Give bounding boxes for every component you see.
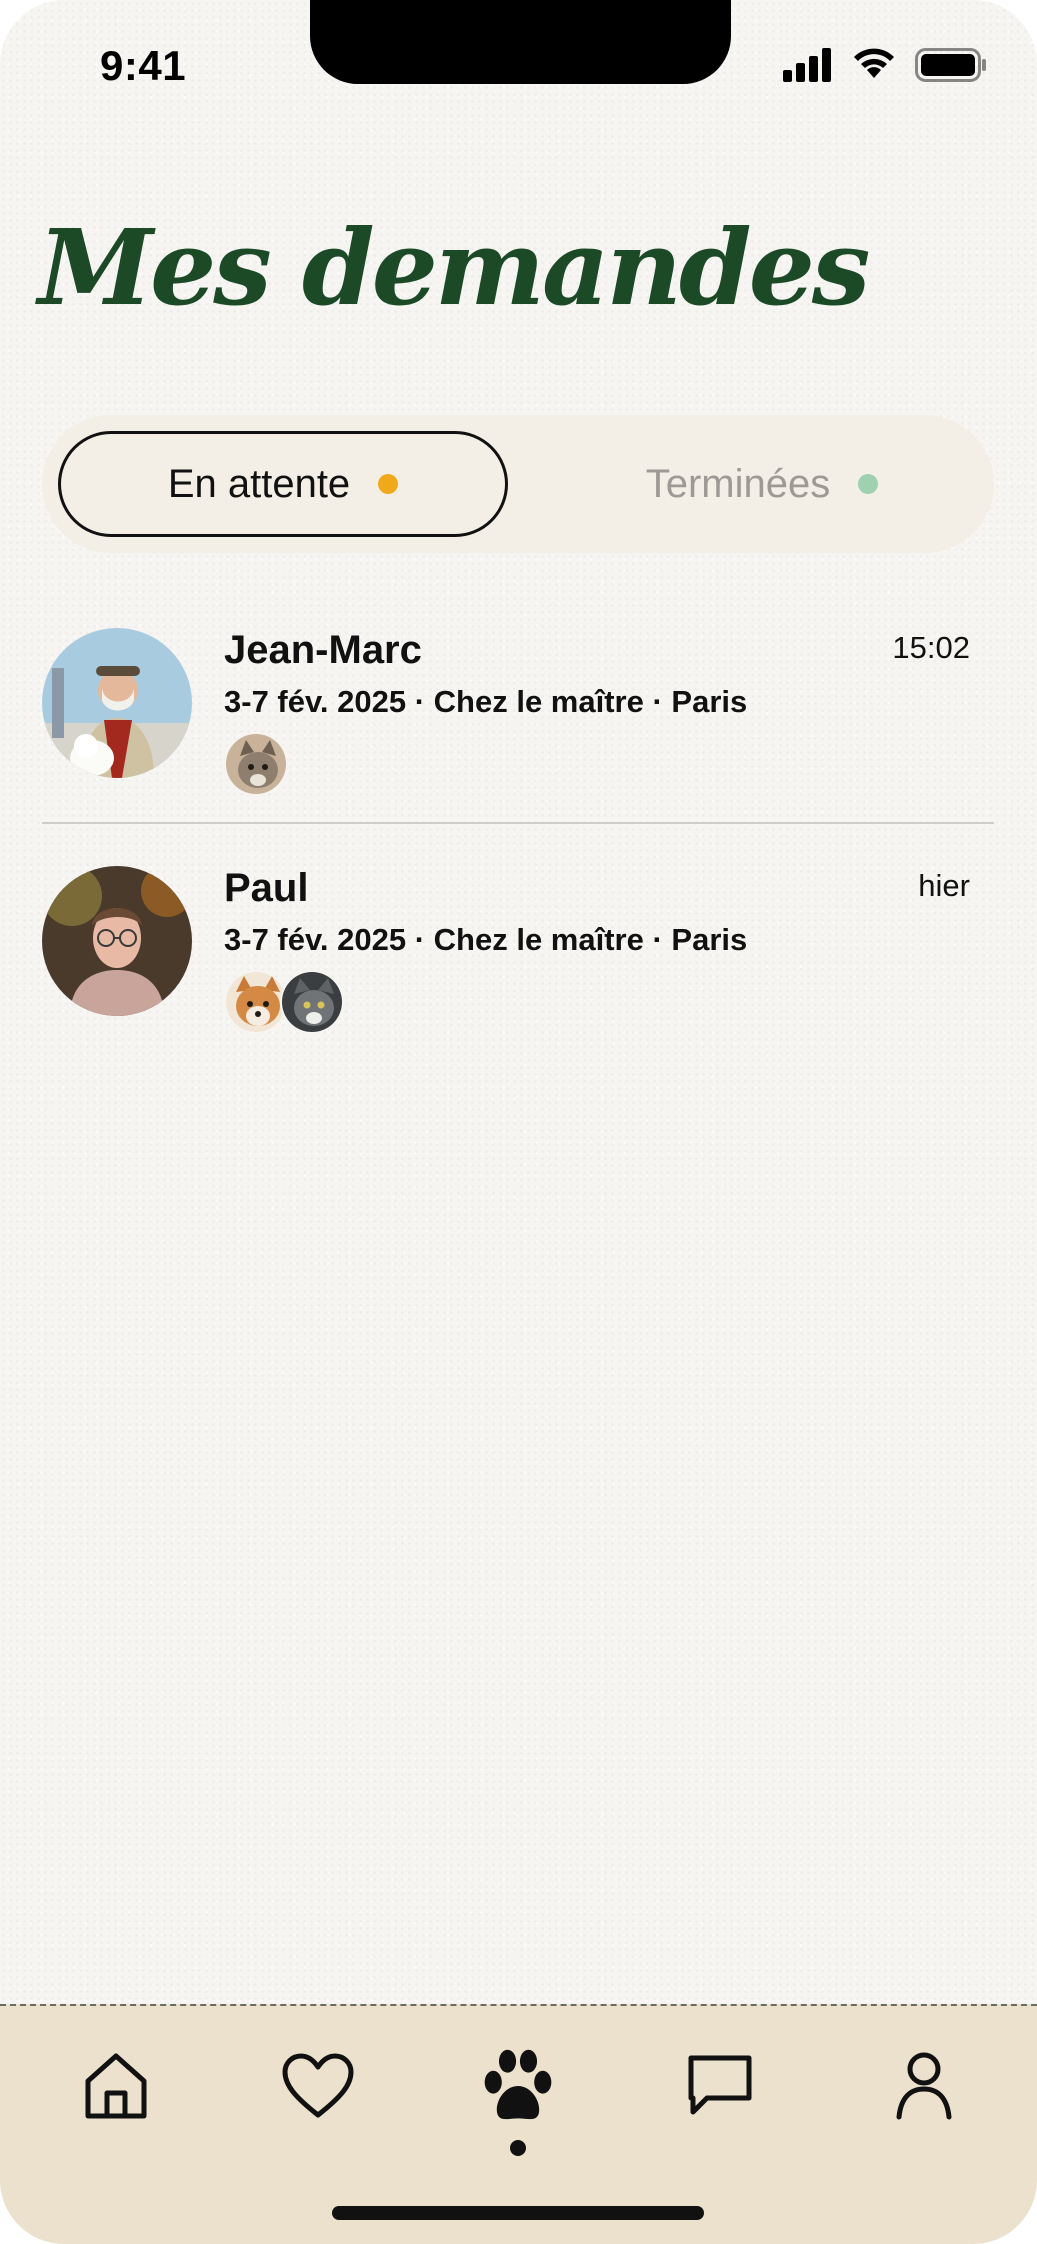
pet-avatars [224, 732, 288, 796]
tab-home[interactable] [76, 2046, 156, 2126]
status-time: 9:41 [100, 42, 187, 89]
tab-terminees-label: Terminées [645, 461, 831, 506]
pet-avatars [224, 970, 344, 1034]
notch [310, 0, 731, 84]
done-dot-icon [858, 474, 879, 494]
request-time: hier [918, 868, 970, 903]
request-details: 3-7 fév. 2025 · Chez le maître · Paris [224, 684, 748, 719]
status-icons [783, 48, 987, 82]
avatar [42, 866, 192, 1016]
avatar [42, 628, 192, 778]
battery-icon [915, 48, 986, 82]
tab-messages[interactable] [680, 2046, 760, 2126]
tab-favorites[interactable] [278, 2046, 358, 2126]
profile-icon [896, 2052, 952, 2120]
wifi-icon [854, 48, 894, 78]
request-time: 15:02 [892, 630, 970, 665]
tab-terminees[interactable]: Terminées [562, 431, 962, 537]
paw-icon [484, 2049, 552, 2120]
request-details: 3-7 fév. 2025 · Chez le maître · Paris [224, 922, 748, 957]
pet-avatar-cat [280, 970, 344, 1034]
tab-en-attente[interactable]: En attente [58, 431, 508, 537]
tab-bar [0, 2004, 1037, 2244]
request-item[interactable]: Jean-Marc 15:02 3-7 fév. 2025 · Chez le … [42, 628, 994, 828]
active-tab-indicator [510, 2140, 526, 2156]
requester-name: Jean-Marc [224, 628, 422, 672]
tab-en-attente-label: En attente [167, 461, 351, 506]
requester-name: Paul [224, 866, 309, 910]
home-icon [85, 2053, 147, 2119]
phone-screen: 9:41 Mes demandes En attente Terminées J… [0, 0, 1037, 2244]
divider [42, 822, 994, 824]
heart-icon [282, 2053, 354, 2118]
tab-profile[interactable] [884, 2046, 964, 2126]
chat-icon [688, 2055, 752, 2115]
pet-avatar-dog [224, 970, 288, 1034]
signal-icon [783, 48, 831, 82]
request-item[interactable]: Paul hier 3-7 fév. 2025 · Chez le maître… [42, 866, 994, 1066]
tab-requests[interactable] [478, 2046, 558, 2126]
home-indicator [332, 2206, 704, 2220]
pet-avatar-cat [224, 732, 288, 796]
status-segmented-control: En attente Terminées [42, 415, 994, 553]
pending-dot-icon [378, 474, 399, 494]
page-title: Mes demandes [38, 206, 870, 329]
